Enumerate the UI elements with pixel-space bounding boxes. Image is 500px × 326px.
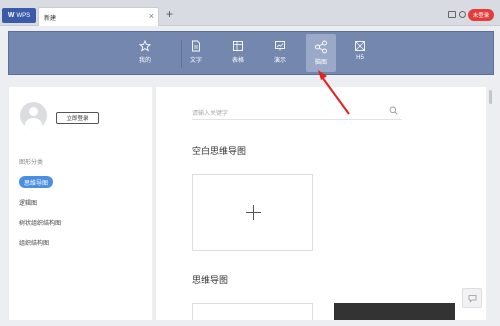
sidebar-item-org[interactable]: 组织结构图 (19, 238, 49, 247)
login-badge[interactable]: 未登录 (468, 9, 494, 21)
left-panel: 立即登录 图形分类 思维导图 逻辑图 树状组织结构图 组织结构图 (9, 87, 152, 320)
mindmap-icon (315, 40, 327, 54)
section-title-templates: 思维导图 (192, 275, 229, 285)
blank-mindmap-card[interactable] (192, 174, 313, 251)
search-placeholder: 请输入关键字 (192, 111, 229, 117)
tab-spreadsheet[interactable]: 表格 (223, 34, 253, 72)
tab-mine[interactable]: 我的 (130, 34, 160, 72)
wps-logo-icon: W (7, 12, 15, 19)
scrollbar[interactable] (488, 87, 493, 320)
category-toolbar: 我的 文字 表格 演示 脑图 H5 (8, 31, 494, 75)
chat-icon (468, 294, 476, 303)
tab-label: 表格 (231, 58, 244, 64)
sidebar-item-logic[interactable]: 逻辑图 (19, 198, 37, 207)
tab-label: 我的 (138, 58, 151, 64)
feedback-button[interactable] (462, 288, 482, 308)
star-icon (139, 40, 151, 52)
user-icon (29, 107, 38, 116)
tab-label: 新建 (44, 16, 57, 22)
tab-label: 演示 (273, 58, 286, 64)
table-icon (233, 41, 243, 51)
plus-icon (246, 205, 261, 220)
tab-new[interactable]: 新建 × (38, 7, 159, 26)
main-panel: 请输入关键字 空白思维导图 思维导图 (156, 87, 486, 320)
document-icon (192, 40, 200, 52)
section-title-blank: 空白思维导图 (192, 146, 247, 156)
presentation-icon (275, 41, 285, 51)
login-button[interactable]: 立即登录 (56, 112, 99, 124)
sidebar-item-tree-org[interactable]: 树状组织结构图 (19, 218, 61, 227)
tab-label: 文字 (189, 58, 202, 64)
search-icon[interactable] (389, 106, 398, 115)
skin-icon[interactable] (459, 11, 466, 18)
template-card[interactable] (334, 303, 455, 320)
search-input[interactable]: 请输入关键字 (192, 100, 402, 120)
tab-label: H5 (356, 55, 364, 61)
template-card[interactable] (192, 303, 313, 320)
category-heading: 图形分类 (19, 160, 44, 166)
add-tab-icon[interactable]: + (166, 8, 173, 20)
scrollbar-thumb[interactable] (489, 90, 492, 104)
tab-presentation[interactable]: 演示 (265, 34, 295, 72)
close-icon[interactable]: × (149, 11, 154, 21)
tab-writer[interactable]: 文字 (181, 34, 211, 72)
h5-icon (355, 41, 365, 51)
app-label: WPS (16, 12, 31, 19)
window-icon[interactable] (448, 11, 456, 18)
title-bar: W WPS 新建 × + 未登录 (0, 0, 500, 26)
red-arrow-annotation (318, 70, 350, 115)
sidebar-item-mindmap[interactable]: 思维导图 (19, 176, 54, 188)
avatar[interactable] (20, 102, 47, 129)
app-menu-button[interactable]: W WPS (2, 8, 36, 23)
tab-label: 脑图 (314, 60, 327, 66)
